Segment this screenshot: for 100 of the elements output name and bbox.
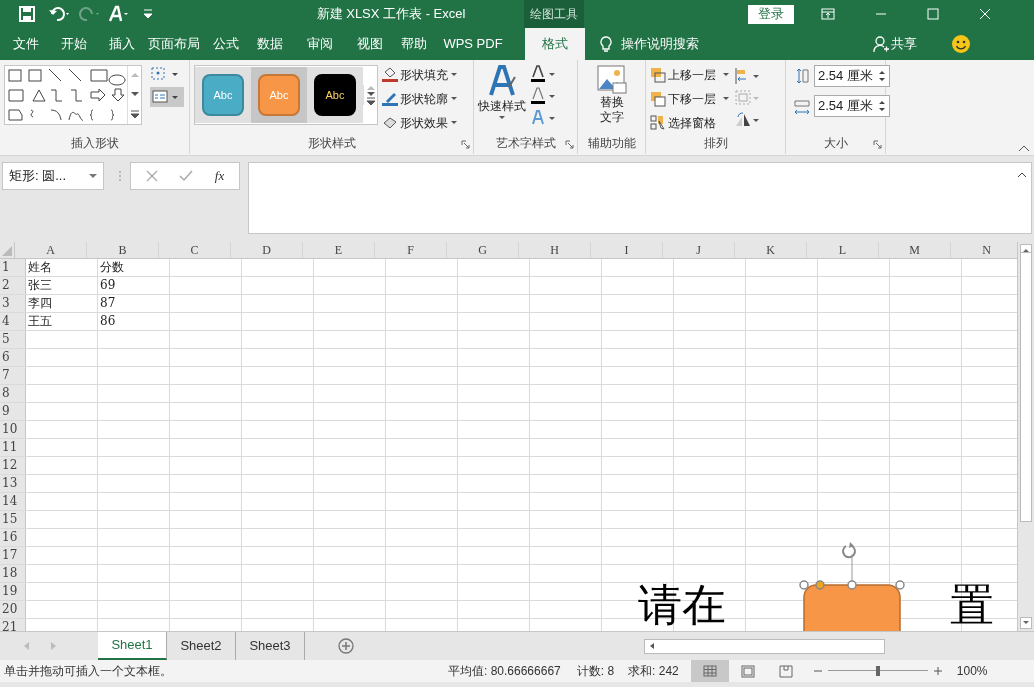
close-icon[interactable] [979,8,991,20]
ribbon-tab[interactable]: 数据 [245,28,295,60]
resize-handle[interactable] [799,580,809,590]
column-header[interactable]: H [519,242,591,258]
undo-icon[interactable] [48,5,72,23]
ribbon-tab[interactable]: 视图 [345,28,395,60]
zoom-level[interactable]: 100% [956,662,988,680]
scroll-down-icon[interactable] [1020,617,1032,629]
arrange-command-button[interactable]: 下移一层 [650,89,730,109]
ribbon-tab[interactable]: 公式 [207,28,245,60]
row-header[interactable]: 3 [0,295,26,312]
adjust-handle[interactable] [815,580,825,590]
column-header[interactable]: F [375,242,447,258]
caret-icon[interactable] [89,173,97,179]
row-header[interactable]: 4 [0,313,26,330]
cancel-icon[interactable] [145,170,158,182]
column-header[interactable]: I [591,242,663,258]
formula-input[interactable] [248,162,1032,234]
row-header[interactable]: 12 [0,457,26,474]
column-header[interactable]: E [303,242,375,258]
row-header[interactable]: 21 [0,619,26,631]
column-header[interactable]: D [231,242,303,258]
row-header[interactable]: 9 [0,403,26,420]
ribbon-tab[interactable]: 审阅 [295,28,345,60]
scroll-down-icon[interactable] [130,91,139,97]
add-sheet-icon[interactable] [338,638,354,654]
row-header[interactable]: 7 [0,367,26,384]
maximize-icon[interactable] [927,8,939,20]
text-box-icon[interactable] [150,89,180,105]
row-header[interactable]: 14 [0,493,26,510]
arrange-command-button[interactable]: 上移一层 [650,65,730,85]
more-icon[interactable] [130,109,139,118]
column-header[interactable]: M [879,242,951,258]
row-header[interactable]: 2 [0,277,26,294]
dialog-launcher-icon[interactable] [565,140,574,149]
arrange-command-button[interactable]: 选择窗格 [650,113,730,133]
horizontal-scrollbar[interactable] [644,638,885,654]
smiley-icon[interactable] [951,34,971,54]
align-icon[interactable] [734,67,760,85]
text-outline-icon[interactable] [530,87,556,105]
row-header[interactable]: 13 [0,475,26,492]
row-header[interactable]: 5 [0,331,26,348]
sheet-tab[interactable]: Sheet1 [98,632,167,660]
redo-icon[interactable] [78,5,102,23]
row-header[interactable]: 19 [0,583,26,600]
column-header[interactable]: B [87,242,159,258]
font-a-icon[interactable] [108,5,130,23]
row-header[interactable]: 1 [0,259,26,276]
view-button[interactable] [690,660,729,682]
shape-command-button[interactable]: 形状轮廓 [382,89,458,109]
text-fill-icon[interactable] [530,65,556,83]
rotate-icon[interactable] [734,111,760,129]
ribbon-tab[interactable]: 开始 [45,28,103,60]
ribbon-display-icon[interactable] [821,8,835,20]
tell-me-search[interactable]: 操作说明搜索 [599,28,699,60]
row-header[interactable]: 18 [0,565,26,582]
quick-styles-button[interactable]: 快速样式 [478,65,526,121]
insert-function-button[interactable]: fx [214,166,225,186]
edit-points-icon[interactable] [150,65,180,83]
ribbon-tab[interactable]: WPS PDF [433,28,513,60]
slider-thumb[interactable] [875,666,880,676]
resize-handle[interactable] [895,580,905,590]
dialog-launcher-icon[interactable] [873,140,882,149]
column-header[interactable]: L [807,242,879,258]
check-icon[interactable] [179,170,194,182]
row-header[interactable]: 16 [0,529,26,546]
ribbon-tab[interactable]: 文件 [7,28,45,60]
resize-handle[interactable] [847,580,857,590]
scroll-down-icon[interactable] [366,91,375,97]
style-swatch[interactable]: Abc [307,67,363,123]
size-field[interactable]: 2.54 厘米 [814,95,890,117]
expand-icon[interactable] [1017,171,1027,179]
ribbon-tab[interactable]: 页面布局 [141,28,207,60]
shape-command-button[interactable]: 形状效果 [382,113,458,133]
dialog-launcher-icon[interactable] [461,140,470,149]
ribbon-tab[interactable]: 插入 [103,28,141,60]
size-field[interactable]: 2.54 厘米 [814,65,890,87]
row-header[interactable]: 6 [0,349,26,366]
column-header[interactable]: G [447,242,519,258]
column-header[interactable]: J [663,242,735,258]
alt-text-button[interactable]: 替换 文字 [596,65,627,125]
spinner-icon[interactable] [878,69,886,83]
row-header[interactable]: 17 [0,547,26,564]
ribbon-tab[interactable]: 格式 [525,28,585,60]
share-button[interactable]: 共享 [873,28,917,60]
ribbon-tab[interactable]: 帮助 [395,28,433,60]
column-header[interactable]: A [15,242,87,258]
vertical-scrollbar[interactable] [1017,242,1034,631]
scroll-left-icon[interactable] [648,642,656,650]
column-header[interactable]: K [735,242,807,258]
shape-command-button[interactable]: 形状填充 [382,65,458,85]
row-header[interactable]: 8 [0,385,26,402]
rotate-handle-icon[interactable] [842,542,856,559]
login-button[interactable]: 登录 [748,4,794,24]
save-icon[interactable] [18,5,36,23]
row-header[interactable]: 20 [0,601,26,618]
name-box[interactable]: 矩形: 圆... [2,162,104,190]
row-header[interactable]: 11 [0,439,26,456]
style-gallery[interactable]: Abc Abc Abc [194,65,378,125]
zoom-slider[interactable] [827,666,928,676]
